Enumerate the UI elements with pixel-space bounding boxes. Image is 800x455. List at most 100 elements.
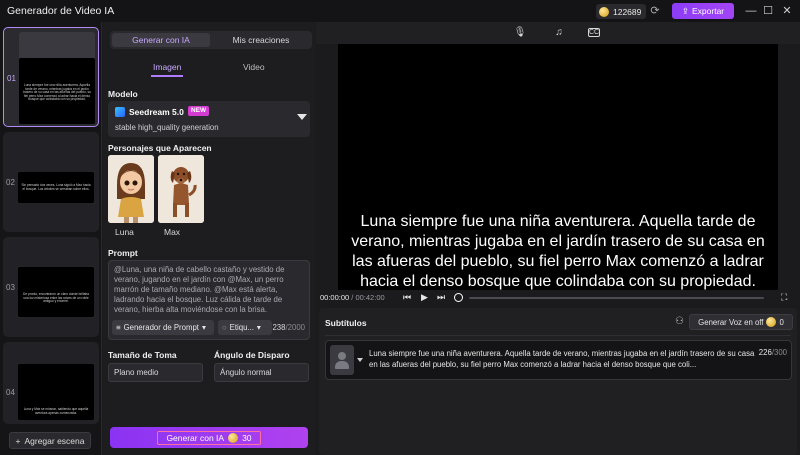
coin-icon — [599, 6, 609, 17]
model-select[interactable]: Seedream 5.0 NEW stable high_quality gen… — [108, 101, 310, 137]
timecode: 00:00:00 / 00:42:00 — [320, 293, 385, 302]
person-icon-body — [335, 361, 349, 369]
character-name-max: Max — [164, 227, 181, 237]
character-name-luna: Luna — [115, 227, 134, 237]
scene-number: 02 — [6, 178, 15, 187]
tab-generar-con-ia[interactable]: Generar con IA — [112, 33, 210, 47]
prompt-char-count: 238 — [272, 323, 286, 332]
prompt-char-counter: 238/2000 — [272, 323, 305, 332]
divider — [325, 335, 791, 336]
playback-bar: 00:00:00 / 00:42:00 ⏮ ▶ ⏭ ⛶ — [316, 290, 800, 306]
scene-thumbnail: Sin pensarlo dos veces, Luna siguió a Ma… — [18, 172, 94, 203]
chevron-down-icon — [297, 114, 307, 120]
prompt-generator-label: Generador de Prompt — [123, 323, 199, 332]
export-button[interactable]: ⇪ Exportar — [672, 3, 734, 19]
scene-card-3[interactable]: 03 De pronto, encontraron un claro donde… — [3, 237, 99, 337]
progress-track[interactable] — [469, 297, 764, 299]
coin-icon — [766, 317, 777, 327]
preview-toolbar: 🎙︎ ♫ CC — [316, 22, 800, 44]
maximize-icon[interactable]: ☐ — [760, 3, 776, 19]
scene-thumbnail-text: Luna siempre fue una niña aventurera. Aq… — [23, 83, 91, 102]
max-character-image — [158, 155, 204, 223]
playhead-handle[interactable] — [454, 293, 463, 302]
refresh-icon[interactable]: ⟳ — [648, 4, 662, 18]
subtitles-title: Subtítulos — [325, 318, 367, 328]
subtab-video[interactable]: Video — [243, 62, 265, 72]
coin-icon — [228, 432, 239, 443]
prompt-generator-dropdown[interactable]: ≡ Generador de Prompt ▾ — [112, 320, 214, 335]
subtitle-char-counter: 226/300 — [759, 348, 787, 357]
close-icon[interactable]: ✕ — [779, 3, 795, 19]
play-icon[interactable]: ▶ — [421, 292, 428, 303]
scene-number: 04 — [6, 388, 15, 397]
shot-size-input[interactable]: Plano medio — [108, 363, 203, 382]
scene-card-2[interactable]: 02 Sin pensarlo dos veces, Luna siguió a… — [3, 132, 99, 232]
new-badge: NEW — [188, 106, 210, 116]
scene-number: 01 — [7, 74, 16, 83]
credits-display[interactable]: 122689 — [596, 4, 647, 19]
luna-character-image — [108, 155, 154, 223]
time-total: / 00:42:00 — [351, 293, 385, 302]
prompt-toolbar: ≡ Generador de Prompt ▾ ◌ Etiqu... ▾ 238… — [112, 320, 306, 336]
character-card-luna[interactable] — [108, 155, 154, 223]
generate-button-content: Generar con IA 30 — [157, 430, 261, 445]
plus-icon: + — [15, 435, 21, 446]
tags-dropdown[interactable]: ◌ Etiqu... ▾ — [218, 320, 272, 335]
music-icon[interactable]: ♫ — [552, 26, 566, 40]
voice-avatar[interactable] — [330, 345, 354, 375]
person-icon — [338, 352, 346, 360]
scene-thumbnail: Luna siempre fue una niña aventurera. Aq… — [19, 58, 95, 124]
generate-button[interactable]: Generar con IA 30 — [110, 427, 308, 448]
export-label: Exportar — [692, 6, 725, 16]
microphone-icon[interactable]: 🎙︎ — [513, 26, 527, 40]
next-icon[interactable]: ⏭ — [437, 292, 445, 303]
whatsapp-icon: ◌ — [222, 323, 227, 332]
shot-size-label: Tamaño de Toma — [108, 350, 177, 360]
subtitle-char-max: /300 — [771, 348, 787, 357]
active-subtab-indicator — [151, 75, 183, 77]
add-scene-button[interactable]: + Agregar escena — [9, 432, 91, 449]
prompt-char-max: /2000 — [285, 323, 305, 332]
scene-list: 01 Luna siempre fue una niña aventurera.… — [0, 22, 102, 455]
mode-tabs: Generar con IA Mis creaciones — [110, 31, 312, 49]
prompt-textarea[interactable]: @Luna, una niña de cabello castaño y ves… — [108, 260, 310, 340]
video-preview[interactable]: Luna siempre fue una niña aventurera. Aq… — [338, 44, 778, 290]
app-title: Generador de Video IA — [7, 5, 115, 17]
video-caption: Luna siempre fue una niña aventurera. Aq… — [351, 213, 765, 290]
model-label: Modelo — [108, 89, 138, 99]
scene-card-4[interactable]: 04 Luna y Max se miraron, sabiendo que a… — [3, 342, 99, 424]
scene-thumbnail-header — [19, 32, 95, 60]
prompt-text: @Luna, una niña de cabello castaño y ves… — [114, 265, 285, 314]
scene-thumbnail-text: Sin pensarlo dos veces, Luna siguió a Ma… — [21, 183, 91, 191]
caret-down-icon: ▾ — [201, 323, 206, 332]
shot-angle-label: Ángulo de Disparo — [214, 350, 290, 360]
caret-down-icon: ▾ — [256, 323, 261, 332]
voice-settings-icon[interactable]: ⚇ — [675, 316, 684, 327]
scene-thumbnail-text: De pronto, encontraron un claro donde br… — [23, 292, 89, 304]
model-description: stable high_quality generation — [115, 123, 219, 132]
generate-cost: 30 — [242, 432, 252, 443]
seedream-logo-icon — [115, 107, 125, 117]
subtitle-char-count: 226 — [758, 348, 772, 357]
generate-voiceover-button[interactable]: Generar Voz en off 0 — [689, 314, 793, 330]
subtitles-panel: Subtítulos ⚇ Generar Voz en off 0 Luna s… — [319, 308, 797, 455]
list-icon: ≡ — [116, 323, 121, 332]
subtitle-row[interactable]: Luna siempre fue una niña aventurera. Aq… — [325, 340, 792, 380]
scene-number: 03 — [6, 283, 15, 292]
preview-area: 🎙︎ ♫ CC Luna siempre fue una niña aventu… — [316, 22, 800, 455]
subtab-imagen[interactable]: Imagen — [153, 62, 181, 72]
export-icon: ⇪ — [681, 5, 689, 16]
tab-mis-creaciones[interactable]: Mis creaciones — [212, 33, 310, 47]
captions-icon[interactable]: CC — [588, 28, 600, 37]
scene-card-1[interactable]: 01 Luna siempre fue una niña aventurera.… — [3, 27, 99, 127]
voiceover-cost: 0 — [779, 317, 784, 327]
add-scene-label: Agregar escena — [24, 435, 85, 446]
subtitle-text[interactable]: Luna siempre fue una niña aventurera. Aq… — [369, 348, 757, 370]
caret-down-icon[interactable] — [357, 358, 363, 362]
scene-thumbnail-text: Luna y Max se miraron, sabiendo que aque… — [23, 407, 89, 415]
minimize-icon[interactable]: — — [743, 3, 759, 19]
shot-angle-input[interactable]: Ángulo normal — [214, 363, 309, 382]
character-card-max[interactable] — [158, 155, 204, 223]
previous-icon[interactable]: ⏮ — [403, 292, 411, 303]
fullscreen-icon[interactable]: ⛶ — [781, 292, 787, 303]
